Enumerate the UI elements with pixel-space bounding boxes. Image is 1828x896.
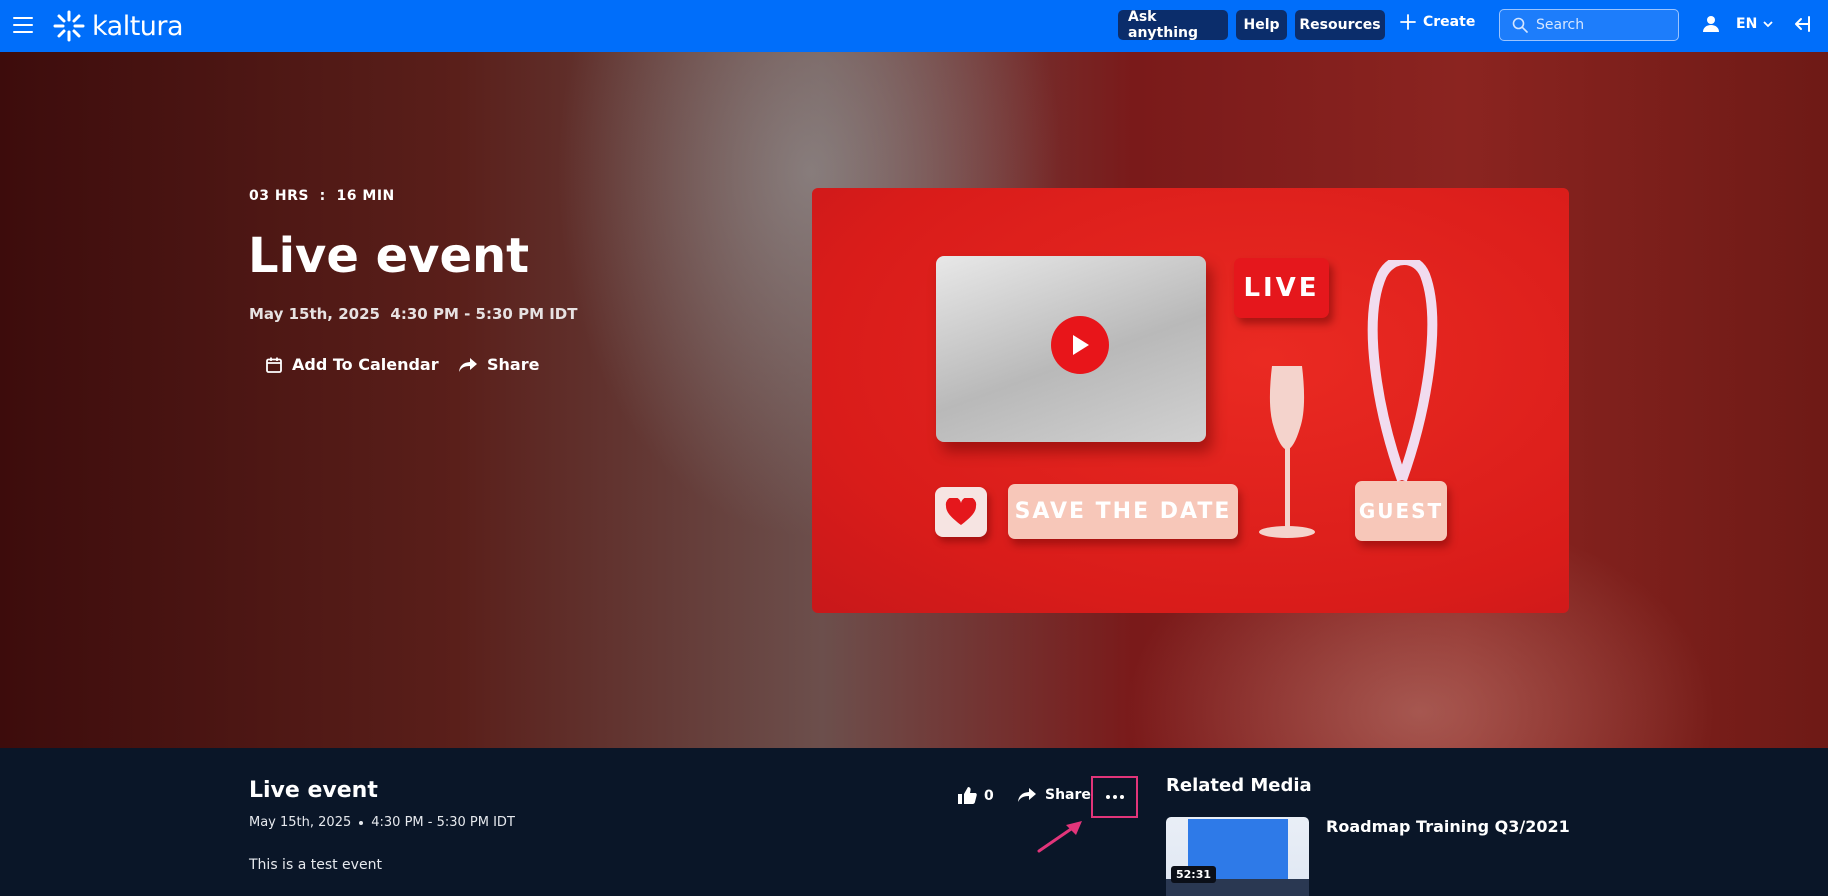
create-button[interactable]: Create — [1400, 14, 1475, 30]
search-input[interactable] — [1536, 17, 1666, 33]
share-icon — [1018, 788, 1036, 802]
laptop-illustration — [936, 256, 1206, 442]
chevron-down-icon — [1763, 21, 1773, 28]
top-nav-bar: kaltura Ask anything Help Resources Crea… — [0, 0, 1828, 52]
guest-badge: GUEST — [1355, 481, 1447, 541]
hero-banner: 03 HRS : 16 MIN Live event May 15th, 202… — [0, 52, 1828, 748]
resources-button[interactable]: Resources — [1295, 10, 1385, 40]
calendar-icon — [266, 357, 282, 373]
details-title: Live event — [249, 778, 378, 803]
search-icon — [1512, 17, 1528, 33]
language-label: EN — [1736, 16, 1758, 32]
help-button[interactable]: Help — [1236, 10, 1287, 40]
hamburger-menu-icon[interactable] — [13, 14, 33, 36]
hero-share-button[interactable]: Share — [458, 355, 539, 374]
more-options-button[interactable] — [1091, 776, 1138, 818]
create-label: Create — [1423, 14, 1476, 30]
kaltura-logo-icon — [53, 10, 85, 42]
ellipsis-icon — [1105, 795, 1124, 799]
play-icon — [1051, 316, 1109, 374]
ribbon-illustration — [1367, 260, 1438, 482]
details-date-text: May 15th, 2025 — [249, 815, 352, 830]
duration-badge: 52:31 — [1171, 866, 1217, 883]
like-button[interactable]: 0 — [957, 786, 994, 805]
related-media-heading: Related Media — [1166, 775, 1312, 796]
language-selector[interactable]: EN — [1736, 16, 1773, 32]
event-description: This is a test event — [249, 857, 382, 873]
heart-icon — [935, 487, 987, 537]
logo-text: kaltura — [92, 10, 184, 42]
plus-icon — [1400, 14, 1416, 30]
event-thumbnail: LIVE SAVE THE DATE GUEST — [812, 188, 1569, 613]
countdown-timer: 03 HRS : 16 MIN — [249, 188, 395, 204]
annotation-arrow-icon — [1037, 821, 1082, 853]
details-share-label: Share — [1045, 787, 1091, 803]
live-badge: LIVE — [1234, 258, 1329, 318]
share-icon — [459, 357, 477, 372]
kaltura-logo[interactable]: kaltura — [52, 9, 184, 43]
hero-share-label: Share — [487, 355, 540, 374]
related-media-title[interactable]: Roadmap Training Q3/2021 — [1326, 817, 1570, 836]
like-count: 0 — [984, 787, 994, 804]
event-date: May 15th, 2025 4:30 PM - 5:30 PM IDT — [249, 305, 578, 323]
add-to-calendar-button[interactable]: Add To Calendar — [265, 355, 439, 374]
collapse-arrow-icon[interactable] — [1791, 15, 1811, 37]
details-time-text: 4:30 PM - 5:30 PM IDT — [371, 815, 515, 830]
ask-anything-button[interactable]: Ask anything — [1118, 9, 1228, 41]
wine-glass-illustration — [1259, 366, 1315, 538]
related-media-thumbnail[interactable] — [1166, 817, 1309, 896]
event-title: Live event — [248, 228, 530, 284]
add-to-calendar-label: Add To Calendar — [292, 355, 439, 374]
search-box[interactable] — [1499, 9, 1679, 41]
save-the-date-badge: SAVE THE DATE — [1008, 484, 1238, 539]
user-icon[interactable] — [1702, 15, 1720, 37]
separator-dot — [359, 820, 364, 825]
details-share-button[interactable]: Share — [1017, 787, 1091, 803]
details-date: May 15th, 2025 4:30 PM - 5:30 PM IDT — [249, 815, 515, 830]
thumbs-up-icon — [958, 787, 977, 804]
